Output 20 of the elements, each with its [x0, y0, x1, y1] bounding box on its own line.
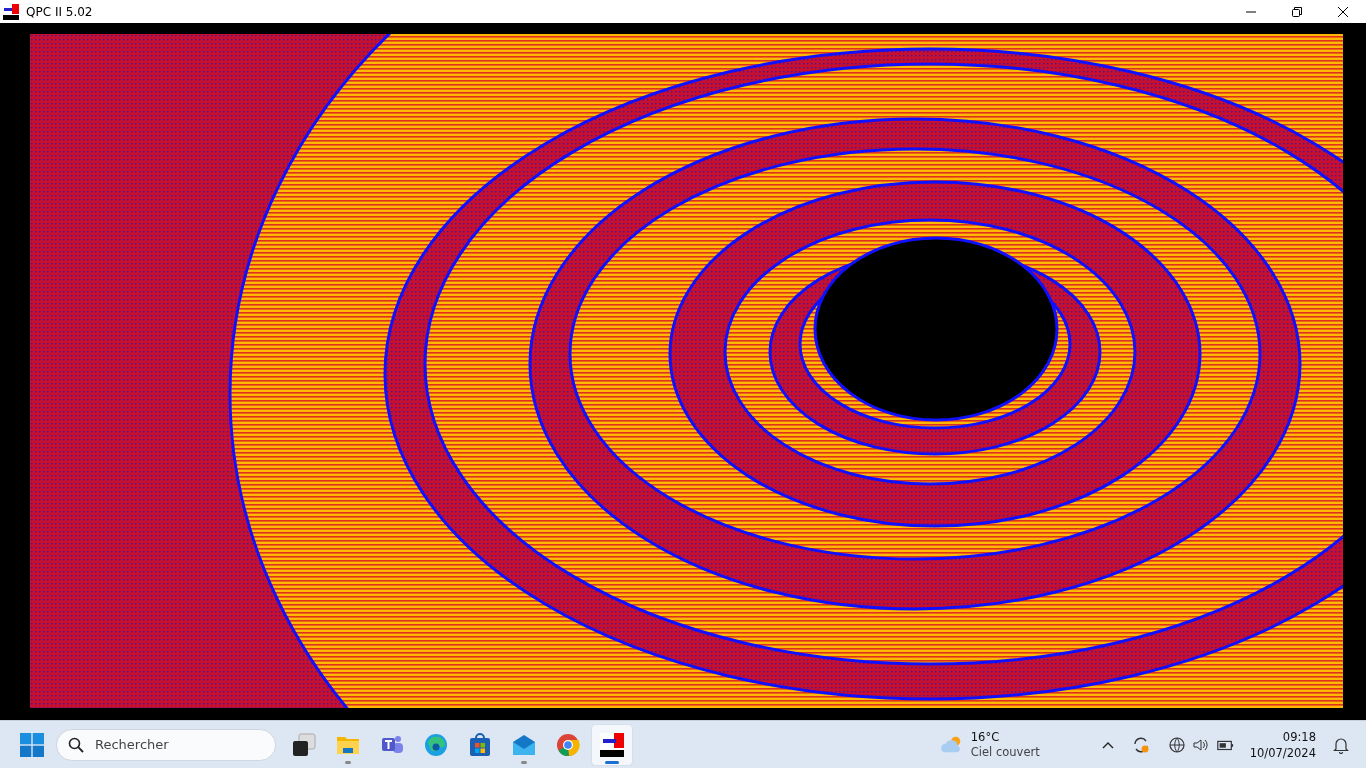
close-icon	[1338, 6, 1348, 17]
app-logo-icon	[3, 3, 19, 20]
weather-condition: Ciel couvert	[970, 744, 1040, 760]
qpc-taskbar-button[interactable]	[592, 724, 632, 765]
clock-button[interactable]: 09:18 10/07/2024	[1245, 728, 1320, 761]
mail-envelope-icon	[512, 732, 536, 757]
window-title: QPC II 5.02	[26, 4, 93, 19]
chevron-up-icon	[1101, 740, 1114, 749]
store-bag-icon	[468, 732, 492, 757]
browser-swirl-icon	[424, 732, 448, 757]
app-logo-icon	[600, 732, 624, 757]
restore-icon	[1292, 6, 1302, 17]
task-view-icon	[292, 732, 316, 757]
globe-icon[interactable]	[1167, 735, 1186, 754]
search-icon	[68, 736, 84, 753]
search-field[interactable]: Rechercher	[56, 728, 276, 761]
sync-icon	[1131, 735, 1150, 754]
windows-logo-icon	[20, 732, 44, 757]
temperature: 16°C	[970, 729, 1001, 745]
bell-icon	[1332, 735, 1350, 754]
